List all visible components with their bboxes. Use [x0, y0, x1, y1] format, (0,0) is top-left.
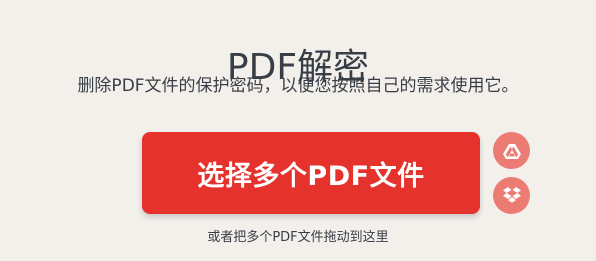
- page-subtitle: 删除PDF文件的保护密码，以便您按照自己的需求使用它。: [77, 76, 519, 96]
- select-files-button[interactable]: 选择多个PDF文件: [142, 132, 480, 214]
- dropbox-button[interactable]: [493, 177, 530, 214]
- google-drive-icon: [502, 143, 521, 159]
- drop-hint: 或者把多个PDF文件拖动到这里: [207, 230, 389, 245]
- select-files-label: 选择多个PDF文件: [197, 160, 425, 192]
- google-drive-button[interactable]: [493, 132, 530, 169]
- dropbox-icon: [502, 187, 521, 203]
